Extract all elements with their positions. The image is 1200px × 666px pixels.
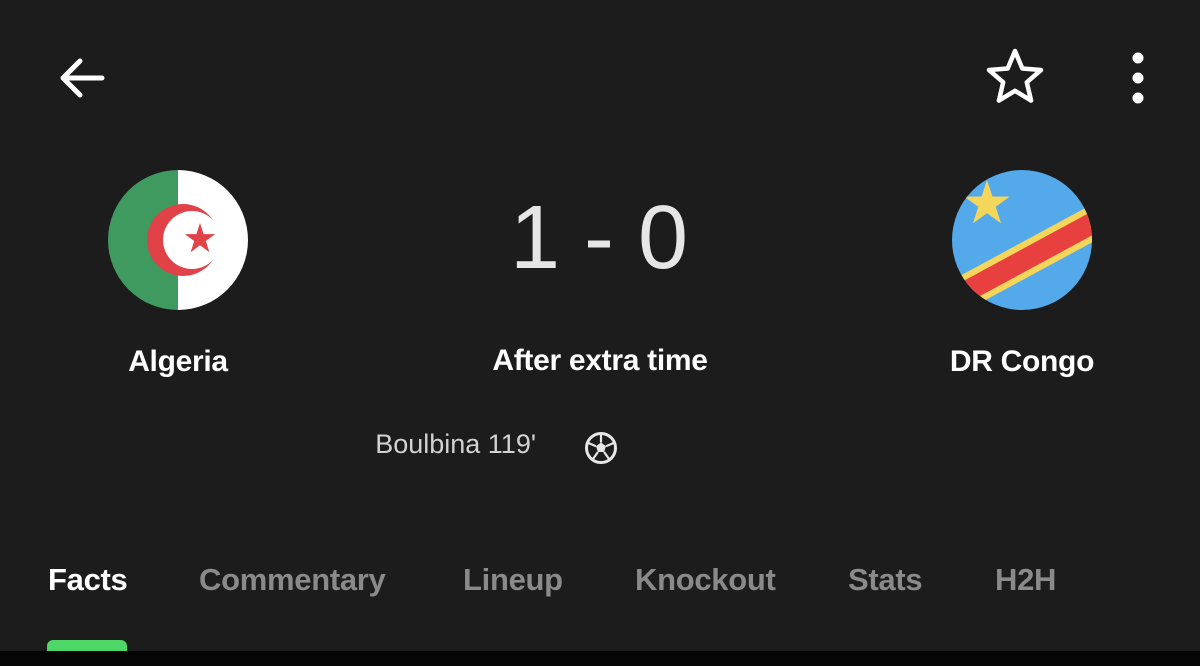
home-team[interactable]: Algeria — [28, 170, 328, 380]
tab-commentary[interactable]: Commentary — [199, 558, 386, 602]
tab-stats[interactable]: Stats — [848, 558, 923, 602]
soccer-ball-icon — [585, 432, 617, 464]
back-button[interactable] — [50, 46, 114, 110]
tab-bar: Facts Commentary Lineup Knockout Stats H… — [0, 558, 1200, 608]
content-divider — [0, 651, 1200, 666]
home-score: 1 — [509, 188, 562, 288]
favorite-button[interactable] — [982, 44, 1048, 110]
away-score: 0 — [637, 188, 691, 288]
away-team[interactable]: DR Congo — [872, 170, 1172, 380]
away-team-name: DR Congo — [949, 345, 1095, 378]
goal-scorer: Boulbina 119' — [375, 429, 536, 459]
arrow-left-icon — [60, 58, 105, 98]
tab-knockout[interactable]: Knockout — [635, 558, 776, 602]
score: 1-0 — [400, 184, 800, 292]
match-status: After extra time — [492, 344, 708, 377]
algeria-flag-icon — [108, 170, 248, 310]
tab-lineup[interactable]: Lineup — [463, 558, 563, 602]
dr-congo-flag-icon — [952, 170, 1092, 310]
score-separator: - — [584, 188, 616, 288]
tab-h2h[interactable]: H2H — [995, 558, 1056, 602]
tab-facts[interactable]: Facts — [48, 558, 128, 602]
star-outline-icon — [986, 48, 1044, 103]
more-options-button[interactable] — [1112, 46, 1164, 110]
more-vertical-icon — [1132, 52, 1144, 104]
home-team-name: Algeria — [128, 345, 228, 378]
